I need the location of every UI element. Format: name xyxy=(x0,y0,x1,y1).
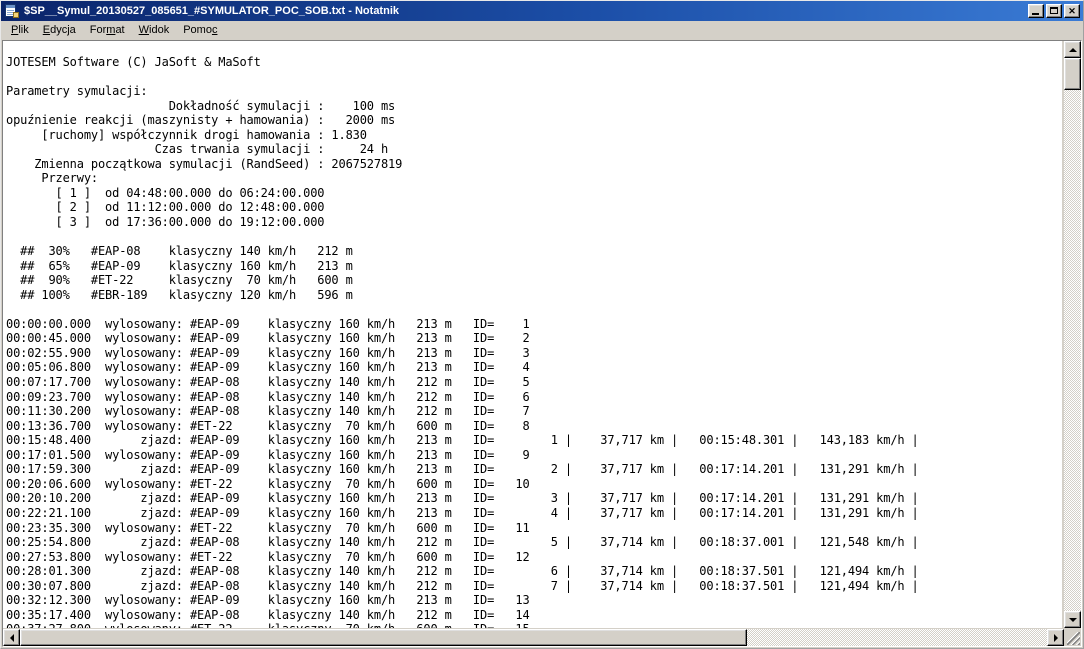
vertical-scroll-track[interactable] xyxy=(1064,58,1081,611)
vertical-scroll-thumb[interactable] xyxy=(1064,58,1081,90)
horizontal-scroll-track[interactable] xyxy=(20,629,1047,646)
notepad-document-icon xyxy=(4,3,20,19)
menu-item-plik[interactable]: Plik xyxy=(4,22,36,38)
document-text[interactable]: JOTESEM Software (C) JaSoft & MaSoft Par… xyxy=(6,55,919,628)
close-button[interactable]: ✕ xyxy=(1064,4,1080,18)
horizontal-scrollbar[interactable] xyxy=(3,628,1081,646)
text-editor[interactable]: JOTESEM Software (C) JaSoft & MaSoft Par… xyxy=(3,41,1063,628)
scroll-down-button[interactable] xyxy=(1064,611,1081,628)
menu-item-format[interactable]: Format xyxy=(83,22,132,38)
vertical-scrollbar[interactable] xyxy=(1063,41,1081,628)
window-controls: ✕ xyxy=(1028,4,1080,18)
menu-item-pomoc[interactable]: Pomoc xyxy=(176,22,224,38)
scroll-left-button[interactable] xyxy=(3,629,20,646)
resize-grip[interactable] xyxy=(1064,629,1081,646)
client-area: JOTESEM Software (C) JaSoft & MaSoft Par… xyxy=(1,40,1083,648)
scroll-right-button[interactable] xyxy=(1047,629,1064,646)
scroll-up-button[interactable] xyxy=(1064,41,1081,58)
menu-bar: Plik Edycja Format Widok Pomoc xyxy=(1,21,1083,40)
minimize-button[interactable] xyxy=(1028,4,1044,18)
horizontal-scroll-thumb[interactable] xyxy=(20,629,747,646)
menu-item-widok[interactable]: Widok xyxy=(132,22,177,38)
menu-item-edycja[interactable]: Edycja xyxy=(36,22,83,38)
notepad-window: $SP__Symul_20130527_085651_#SYMULATOR_PO… xyxy=(0,0,1084,649)
editor-frame: JOTESEM Software (C) JaSoft & MaSoft Par… xyxy=(2,40,1082,647)
maximize-button[interactable] xyxy=(1046,4,1062,18)
window-title: $SP__Symul_20130527_085651_#SYMULATOR_PO… xyxy=(24,5,399,17)
title-bar[interactable]: $SP__Symul_20130527_085651_#SYMULATOR_PO… xyxy=(1,1,1083,21)
